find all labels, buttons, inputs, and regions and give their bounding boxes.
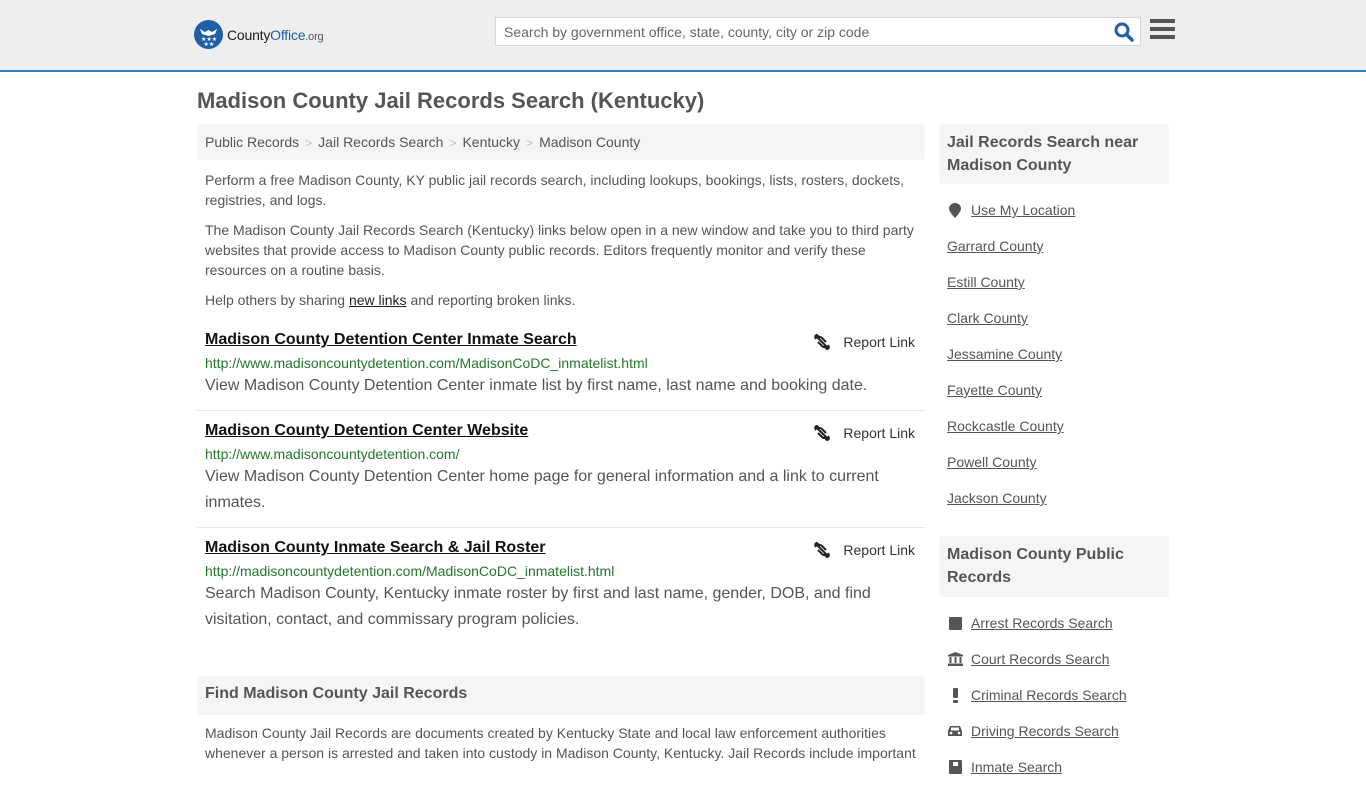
hamburger-menu-icon[interactable] [1150, 19, 1175, 43]
intro-paragraph: Perform a free Madison County, KY public… [205, 172, 905, 208]
logo-text: CountyOffice.org [227, 26, 324, 43]
nearby-county-item: Powell County [947, 444, 1167, 480]
find-section-text: Madison County Jail Records are document… [205, 725, 916, 761]
result-title-link[interactable]: Madison County Inmate Search & Jail Rost… [205, 537, 546, 559]
report-link-label: Report Link [843, 425, 915, 441]
top-header: ★★★ ★★ CountyOffice.org [0, 0, 1366, 72]
nearby-county-link[interactable]: Rockcastle County [947, 418, 1064, 434]
use-location-item: Use My Location [947, 192, 1167, 228]
svg-text:★★: ★★ [204, 41, 215, 48]
find-section-heading: Find Madison County Jail Records [197, 676, 925, 715]
broken-link-icon [814, 424, 831, 442]
new-links-link[interactable]: new links [349, 292, 407, 308]
result-description: View Madison County Detention Center inm… [205, 377, 868, 394]
breadcrumb-current: Madison County [539, 134, 641, 150]
use-my-location-link[interactable]: Use My Location [971, 202, 1075, 218]
nearby-county-link[interactable]: Fayette County [947, 382, 1042, 398]
site-logo[interactable]: ★★★ ★★ CountyOffice.org [194, 20, 324, 49]
driving-records-link[interactable]: Driving Records Search [971, 723, 1119, 739]
broken-link-icon [814, 333, 831, 351]
page-title: Madison County Jail Records Search (Kent… [197, 88, 705, 113]
result-description: View Madison County Detention Center hom… [205, 468, 879, 511]
exclamation-icon [947, 687, 963, 703]
result-title-link[interactable]: Madison County Detention Center Website [205, 420, 528, 442]
search-box [495, 17, 1141, 46]
search-icon[interactable] [1114, 22, 1134, 42]
broken-link-icon [814, 541, 831, 559]
public-records-heading: Madison County Public Records [939, 536, 1169, 597]
report-link-button[interactable]: Report Link [813, 541, 915, 559]
share-text: Help others by sharing [205, 292, 349, 308]
inmate-icon [947, 760, 963, 774]
breadcrumb: Public Records > Jail Records Search > Kentu… [197, 124, 925, 160]
public-record-item: Inmate Search [947, 749, 1167, 785]
result-description: Search Madison County, Kentucky inmate r… [205, 585, 871, 628]
report-link-label: Report Link [843, 542, 915, 558]
breadcrumb-separator: > [449, 136, 457, 150]
nearby-county-item: Estill County [947, 264, 1167, 300]
nearby-county-item: Jessamine County [947, 336, 1167, 372]
public-records-list: Arrest Records Search Court Records Sear… [947, 605, 1167, 785]
nearby-county-item: Fayette County [947, 372, 1167, 408]
disclaimer-paragraph: The Madison County Jail Records Search (… [205, 222, 914, 278]
report-link-label: Report Link [843, 334, 915, 350]
nearby-county-link[interactable]: Estill County [947, 274, 1025, 290]
nearby-county-link[interactable]: Garrard County [947, 238, 1043, 254]
courthouse-icon [947, 652, 963, 666]
search-input[interactable] [496, 18, 1106, 45]
breadcrumb-jail-records-search[interactable]: Jail Records Search [318, 134, 443, 150]
share-text-end: and reporting broken links. [406, 292, 576, 308]
breadcrumb-separator: > [526, 136, 534, 150]
car-icon [947, 725, 963, 737]
inmate-search-link[interactable]: Inmate Search [971, 759, 1062, 775]
breadcrumb-public-records[interactable]: Public Records [205, 134, 299, 150]
result-item: Madison County Inmate Search & Jail Rost… [197, 537, 925, 637]
nearby-county-item: Clark County [947, 300, 1167, 336]
public-record-item: Criminal Records Search [947, 677, 1167, 713]
nearby-county-link[interactable]: Clark County [947, 310, 1028, 326]
court-records-link[interactable]: Court Records Search [971, 651, 1110, 667]
result-title-link[interactable]: Madison County Detention Center Inmate S… [205, 329, 577, 351]
nearby-county-link[interactable]: Jackson County [947, 490, 1047, 506]
public-record-item: Driving Records Search [947, 713, 1167, 749]
nearby-list: Use My Location Garrard County Estill Co… [947, 192, 1167, 516]
share-paragraph: Help others by sharing new links and rep… [205, 290, 920, 310]
nearby-county-link[interactable]: Jessamine County [947, 346, 1062, 362]
eagle-logo-icon: ★★★ ★★ [194, 20, 223, 49]
result-item: Madison County Detention Center Website … [197, 420, 925, 528]
result-item: Madison County Detention Center Inmate S… [197, 329, 925, 411]
nearby-heading: Jail Records Search near Madison County [939, 124, 1169, 184]
report-link-button[interactable]: Report Link [813, 333, 915, 351]
nearby-county-item: Jackson County [947, 480, 1167, 516]
map-marker-icon [947, 202, 963, 218]
result-url: http://www.madisoncountydetention.com/Ma… [205, 355, 648, 371]
public-record-item: Court Records Search [947, 641, 1167, 677]
breadcrumb-separator: > [305, 136, 313, 150]
breadcrumb-kentucky[interactable]: Kentucky [462, 134, 520, 150]
report-link-button[interactable]: Report Link [813, 424, 915, 442]
nearby-county-item: Rockcastle County [947, 408, 1167, 444]
square-icon [947, 616, 963, 630]
criminal-records-link[interactable]: Criminal Records Search [971, 687, 1127, 703]
public-record-item: Arrest Records Search [947, 605, 1167, 641]
arrest-records-link[interactable]: Arrest Records Search [971, 615, 1113, 631]
nearby-county-link[interactable]: Powell County [947, 454, 1037, 470]
result-url: http://madisoncountydetention.com/Madiso… [205, 563, 615, 579]
nearby-county-item: Garrard County [947, 228, 1167, 264]
result-url: http://www.madisoncountydetention.com/ [205, 446, 460, 462]
